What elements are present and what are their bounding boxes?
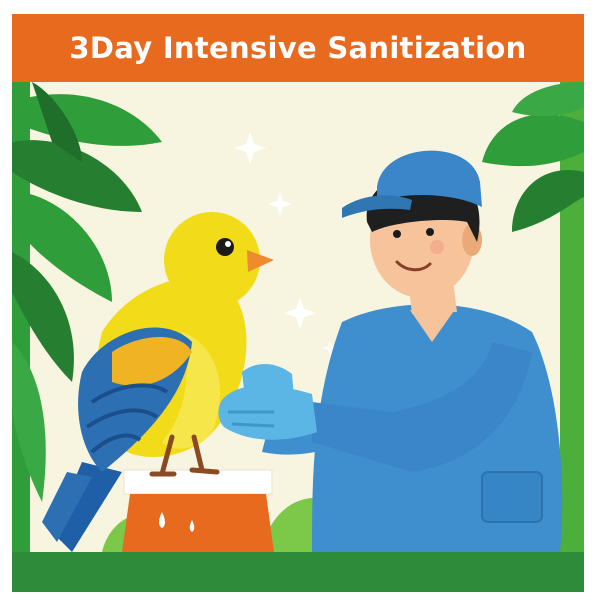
poster: 3Day Intensive Sanitization bbox=[0, 0, 600, 600]
illustration-scene bbox=[12, 82, 584, 592]
illustration-svg bbox=[12, 82, 584, 592]
orange-pedestal bbox=[122, 469, 274, 552]
title-banner: 3Day Intensive Sanitization bbox=[12, 14, 584, 82]
poster-title: 3Day Intensive Sanitization bbox=[69, 31, 527, 65]
ground-band bbox=[12, 552, 584, 592]
